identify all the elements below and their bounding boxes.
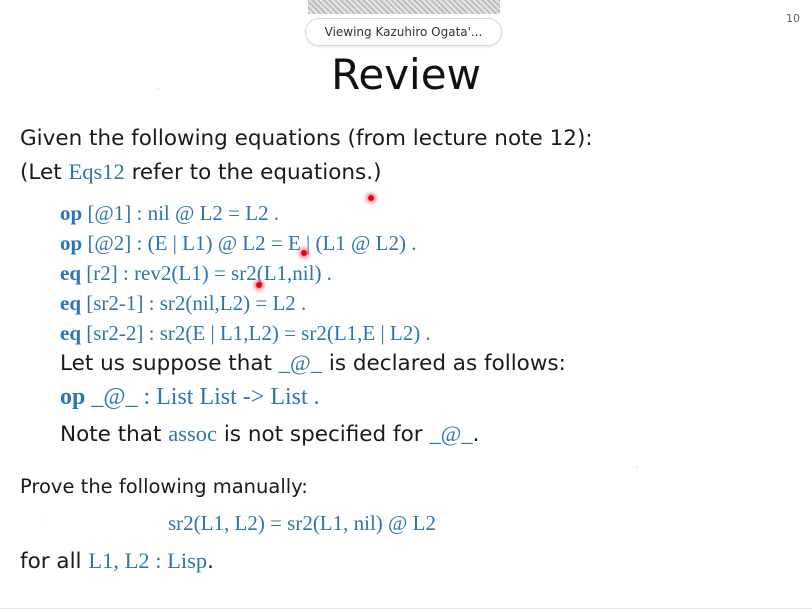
slide-speck: [45, 519, 47, 521]
intro-line-2-suffix: refer to the equations.): [124, 160, 382, 185]
suppose-line: Let us suppose that _@_ is declared as f…: [60, 348, 566, 379]
note-suffix: .: [472, 422, 480, 447]
laser-pointer-dot: [296, 245, 312, 261]
intro-line-1: Given the following equations (from lect…: [20, 126, 593, 151]
intro-line-2-prefix: (Let: [20, 160, 69, 185]
slide-speck: [157, 88, 159, 90]
page-number: 10: [786, 12, 800, 25]
slide-title: Review: [331, 50, 481, 99]
equation-keyword: eq: [60, 261, 81, 285]
equation-keyword: op: [60, 231, 83, 255]
viewing-banner[interactable]: Viewing Kazuhiro Ogata'...: [305, 18, 502, 46]
viewing-banner-label: Viewing Kazuhiro Ogata'...: [324, 25, 483, 39]
declaration-body: _@_ : List List -> List .: [85, 384, 320, 410]
equation-keyword: eq: [60, 321, 81, 345]
forall-variables: L1, L2 : Lisp: [88, 548, 208, 573]
bottom-divider: [0, 608, 812, 609]
equation-body: [r2] : rev2(L1) = sr2(L1,nil) .: [81, 261, 332, 285]
note-middle: is not specified for: [216, 422, 430, 447]
note-operator: _@_: [429, 421, 473, 446]
equation-body: [@2] : (E | L1) @ L2 = E | (L1 @ L2) .: [82, 231, 417, 255]
equation-op-at2: op [@2] : (E | L1) @ L2 = E | (L1 @ L2) …: [60, 228, 416, 258]
equation-body: [sr2-2] : sr2(E | L1,L2) = sr2(L1,E | L2…: [81, 321, 431, 345]
equation-body: [sr2-1] : sr2(nil,L2) = L2 .: [81, 291, 307, 315]
equation-eq-sr2-2: eq [sr2-2] : sr2(E | L1,L2) = sr2(L1,E |…: [60, 318, 431, 348]
goal-equation: sr2(L1, L2) = sr2(L1, nil) @ L2: [168, 511, 436, 535]
operator-declaration: op _@_ : List List -> List .: [60, 382, 320, 412]
equation-body: [@1] : nil @ L2 = L2 .: [82, 201, 280, 225]
equation-keyword: eq: [60, 291, 81, 315]
laser-pointer-dot: [251, 277, 267, 293]
equation-eq-r2: eq [r2] : rev2(L1) = sr2(L1,nil) .: [60, 258, 332, 288]
screen-share-indicator: [308, 0, 500, 14]
equation-eq-sr2-1: eq [sr2-1] : sr2(nil,L2) = L2 .: [60, 288, 306, 318]
equation-keyword: op: [60, 201, 83, 225]
laser-pointer-dot: [363, 190, 379, 206]
forall-suffix: .: [207, 549, 214, 574]
intro-line-2: (Let Eqs12 refer to the equations.): [20, 157, 381, 188]
assoc-attribute: assoc: [168, 421, 217, 446]
note-prefix: Note that: [60, 422, 169, 447]
forall-line: for all L1, L2 : Lisp.: [20, 546, 214, 577]
equation-op-at1: op [@1] : nil @ L2 = L2 .: [60, 198, 279, 228]
note-line: Note that assoc is not specified for _@_…: [60, 419, 479, 450]
eqs12-name: Eqs12: [68, 159, 125, 184]
forall-prefix: for all: [20, 549, 89, 574]
prove-instruction: Prove the following manually:: [20, 475, 308, 498]
suppose-suffix: is declared as follows:: [322, 351, 566, 376]
declaration-keyword: op: [60, 384, 86, 410]
slide-speck: [636, 466, 638, 468]
suppose-prefix: Let us suppose that: [60, 351, 279, 376]
suppose-operator: _@_: [278, 350, 323, 375]
